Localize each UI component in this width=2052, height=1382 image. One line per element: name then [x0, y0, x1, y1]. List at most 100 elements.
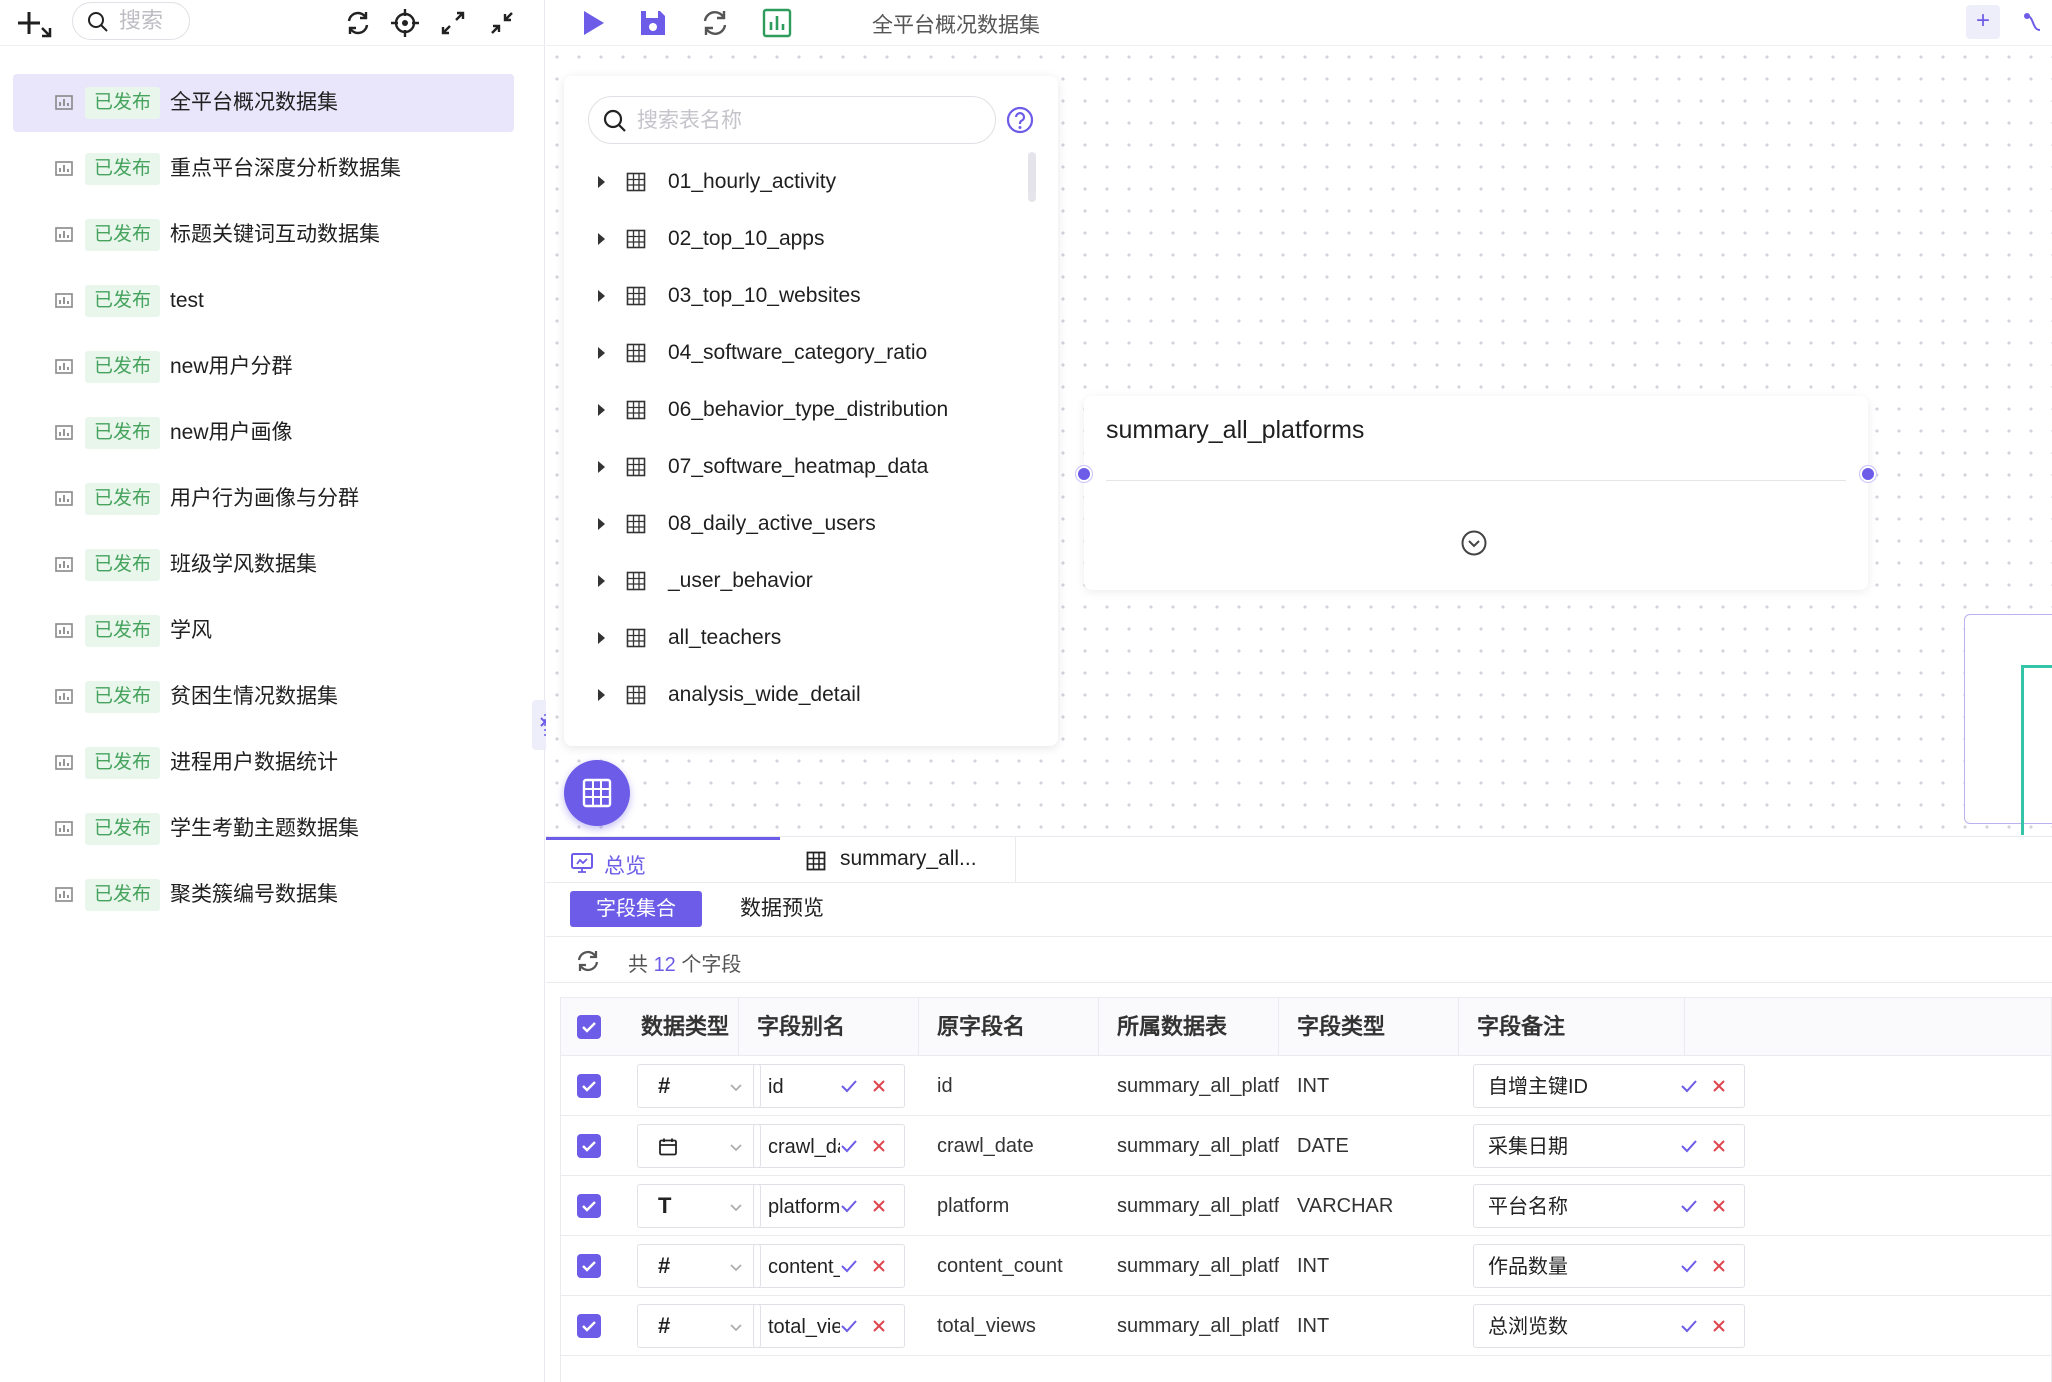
dataset-search[interactable]	[72, 2, 190, 40]
caret-right-icon[interactable]	[598, 461, 605, 473]
remark-input[interactable]: 总浏览数	[1473, 1304, 1745, 1348]
table-list-item[interactable]: all_teachers	[588, 612, 1018, 669]
run-icon[interactable]	[576, 6, 610, 40]
table-list-item[interactable]: analysis_wide_detail	[588, 669, 1018, 726]
check-icon[interactable]	[1680, 1197, 1698, 1215]
node-output-port[interactable]	[1860, 466, 1876, 482]
close-icon[interactable]	[870, 1137, 888, 1155]
connector-icon[interactable]	[2022, 8, 2052, 38]
alias-input[interactable]: id	[753, 1064, 905, 1108]
check-icon[interactable]	[1680, 1317, 1698, 1335]
refresh-icon[interactable]	[341, 6, 375, 40]
close-icon[interactable]	[870, 1317, 888, 1335]
caret-right-icon[interactable]	[598, 575, 605, 587]
dataset-item[interactable]: 已发布 new用户画像	[13, 404, 514, 470]
subtab-fields[interactable]: 字段集合	[570, 891, 702, 927]
collapse-icon[interactable]	[485, 6, 519, 40]
table-search[interactable]	[588, 96, 996, 144]
caret-right-icon[interactable]	[598, 404, 605, 416]
check-icon[interactable]	[1680, 1077, 1698, 1095]
caret-right-icon[interactable]	[598, 176, 605, 188]
alias-input[interactable]: content_count	[753, 1244, 905, 1288]
row-checkbox[interactable]	[577, 1254, 601, 1278]
remark-input[interactable]: 自增主键ID	[1473, 1064, 1745, 1108]
caret-right-icon[interactable]	[598, 518, 605, 530]
data-type-select[interactable]: #	[637, 1244, 761, 1288]
close-icon[interactable]	[870, 1257, 888, 1275]
check-icon[interactable]	[840, 1077, 858, 1095]
dataset-item[interactable]: 已发布 new用户分群	[13, 338, 514, 404]
close-icon[interactable]	[1710, 1197, 1728, 1215]
row-checkbox[interactable]	[577, 1314, 601, 1338]
chart-icon[interactable]	[760, 6, 794, 40]
expand-icon[interactable]	[436, 6, 470, 40]
dataset-item[interactable]: 已发布 班级学风数据集	[13, 536, 514, 602]
check-icon[interactable]	[840, 1197, 858, 1215]
add-button[interactable]: +	[1966, 5, 2000, 39]
dataset-item[interactable]: 已发布 学生考勤主题数据集	[13, 800, 514, 866]
minimap[interactable]	[1964, 614, 2052, 835]
check-icon[interactable]	[840, 1137, 858, 1155]
check-icon[interactable]	[1680, 1257, 1698, 1275]
table-list-item[interactable]: 04_software_category_ratio	[588, 327, 1018, 384]
close-icon[interactable]	[1710, 1137, 1728, 1155]
table-list-item[interactable]: 06_behavior_type_distribution	[588, 384, 1018, 441]
select-all-checkbox[interactable]	[577, 1015, 601, 1039]
node-input-port[interactable]	[1076, 466, 1092, 482]
row-checkbox[interactable]	[577, 1074, 601, 1098]
caret-right-icon[interactable]	[598, 290, 605, 302]
data-type-select[interactable]: #	[637, 1064, 761, 1108]
dataset-search-input[interactable]	[119, 7, 185, 35]
close-icon[interactable]	[870, 1077, 888, 1095]
tab-overview[interactable]: 总览	[546, 837, 780, 883]
close-icon[interactable]	[1710, 1077, 1728, 1095]
remark-input[interactable]: 采集日期	[1473, 1124, 1745, 1168]
add-dataset-icon[interactable]	[14, 6, 54, 40]
table-node[interactable]: summary_all_platforms	[1084, 396, 1868, 590]
table-list-toggle-button[interactable]	[564, 760, 630, 826]
data-type-select[interactable]: #	[637, 1304, 761, 1348]
dataset-item[interactable]: 已发布 标题关键词互动数据集	[13, 206, 514, 272]
table-list-item[interactable]: 03_top_10_websites	[588, 270, 1018, 327]
table-list-item[interactable]: 02_top_10_apps	[588, 213, 1018, 270]
sync-icon[interactable]	[698, 6, 732, 40]
table-list-item[interactable]: 08_daily_active_users	[588, 498, 1018, 555]
refresh-icon[interactable]	[574, 947, 602, 975]
table-list-item[interactable]: _user_behavior	[588, 555, 1018, 612]
alias-input[interactable]: platform	[753, 1184, 905, 1228]
remark-input[interactable]: 作品数量	[1473, 1244, 1745, 1288]
save-icon[interactable]	[636, 6, 670, 40]
alias-input[interactable]: total_views	[753, 1304, 905, 1348]
close-icon[interactable]	[1710, 1317, 1728, 1335]
check-icon[interactable]	[840, 1257, 858, 1275]
chevron-down-icon[interactable]	[1460, 529, 1488, 557]
check-icon[interactable]	[1680, 1137, 1698, 1155]
locate-icon[interactable]	[388, 6, 422, 40]
row-checkbox[interactable]	[577, 1134, 601, 1158]
row-checkbox[interactable]	[577, 1194, 601, 1218]
help-icon[interactable]	[1006, 106, 1034, 134]
design-canvas[interactable]: 01_hourly_activity 02_top_10_apps 03_top_1…	[546, 46, 2052, 896]
minimap-viewport[interactable]	[2021, 665, 2052, 835]
dataset-item[interactable]: 已发布 学风	[13, 602, 514, 668]
dataset-item[interactable]: 已发布 进程用户数据统计	[13, 734, 514, 800]
close-icon[interactable]	[870, 1197, 888, 1215]
dataset-item[interactable]: 已发布 重点平台深度分析数据集	[13, 140, 514, 206]
dataset-item[interactable]: 已发布 聚类簇编号数据集	[13, 866, 514, 932]
check-icon[interactable]	[840, 1317, 858, 1335]
caret-right-icon[interactable]	[598, 689, 605, 701]
dataset-item[interactable]: 已发布 test	[13, 272, 514, 338]
caret-right-icon[interactable]	[598, 347, 605, 359]
dataset-item[interactable]: 已发布 贫困生情况数据集	[13, 668, 514, 734]
table-list-scrollbar[interactable]	[1028, 152, 1036, 202]
alias-input[interactable]: crawl_date	[753, 1124, 905, 1168]
data-type-select[interactable]	[637, 1124, 761, 1168]
close-icon[interactable]	[1710, 1257, 1728, 1275]
table-list-item[interactable]: 01_hourly_activity	[588, 156, 1018, 213]
dataset-item[interactable]: 已发布 用户行为画像与分群	[13, 470, 514, 536]
subtab-preview[interactable]: 数据预览	[740, 891, 824, 927]
table-list-item[interactable]: 07_software_heatmap_data	[588, 441, 1018, 498]
dataset-item[interactable]: 已发布 全平台概况数据集	[13, 74, 514, 132]
tab-table[interactable]: summary_all...	[780, 837, 1016, 883]
remark-input[interactable]: 平台名称	[1473, 1184, 1745, 1228]
